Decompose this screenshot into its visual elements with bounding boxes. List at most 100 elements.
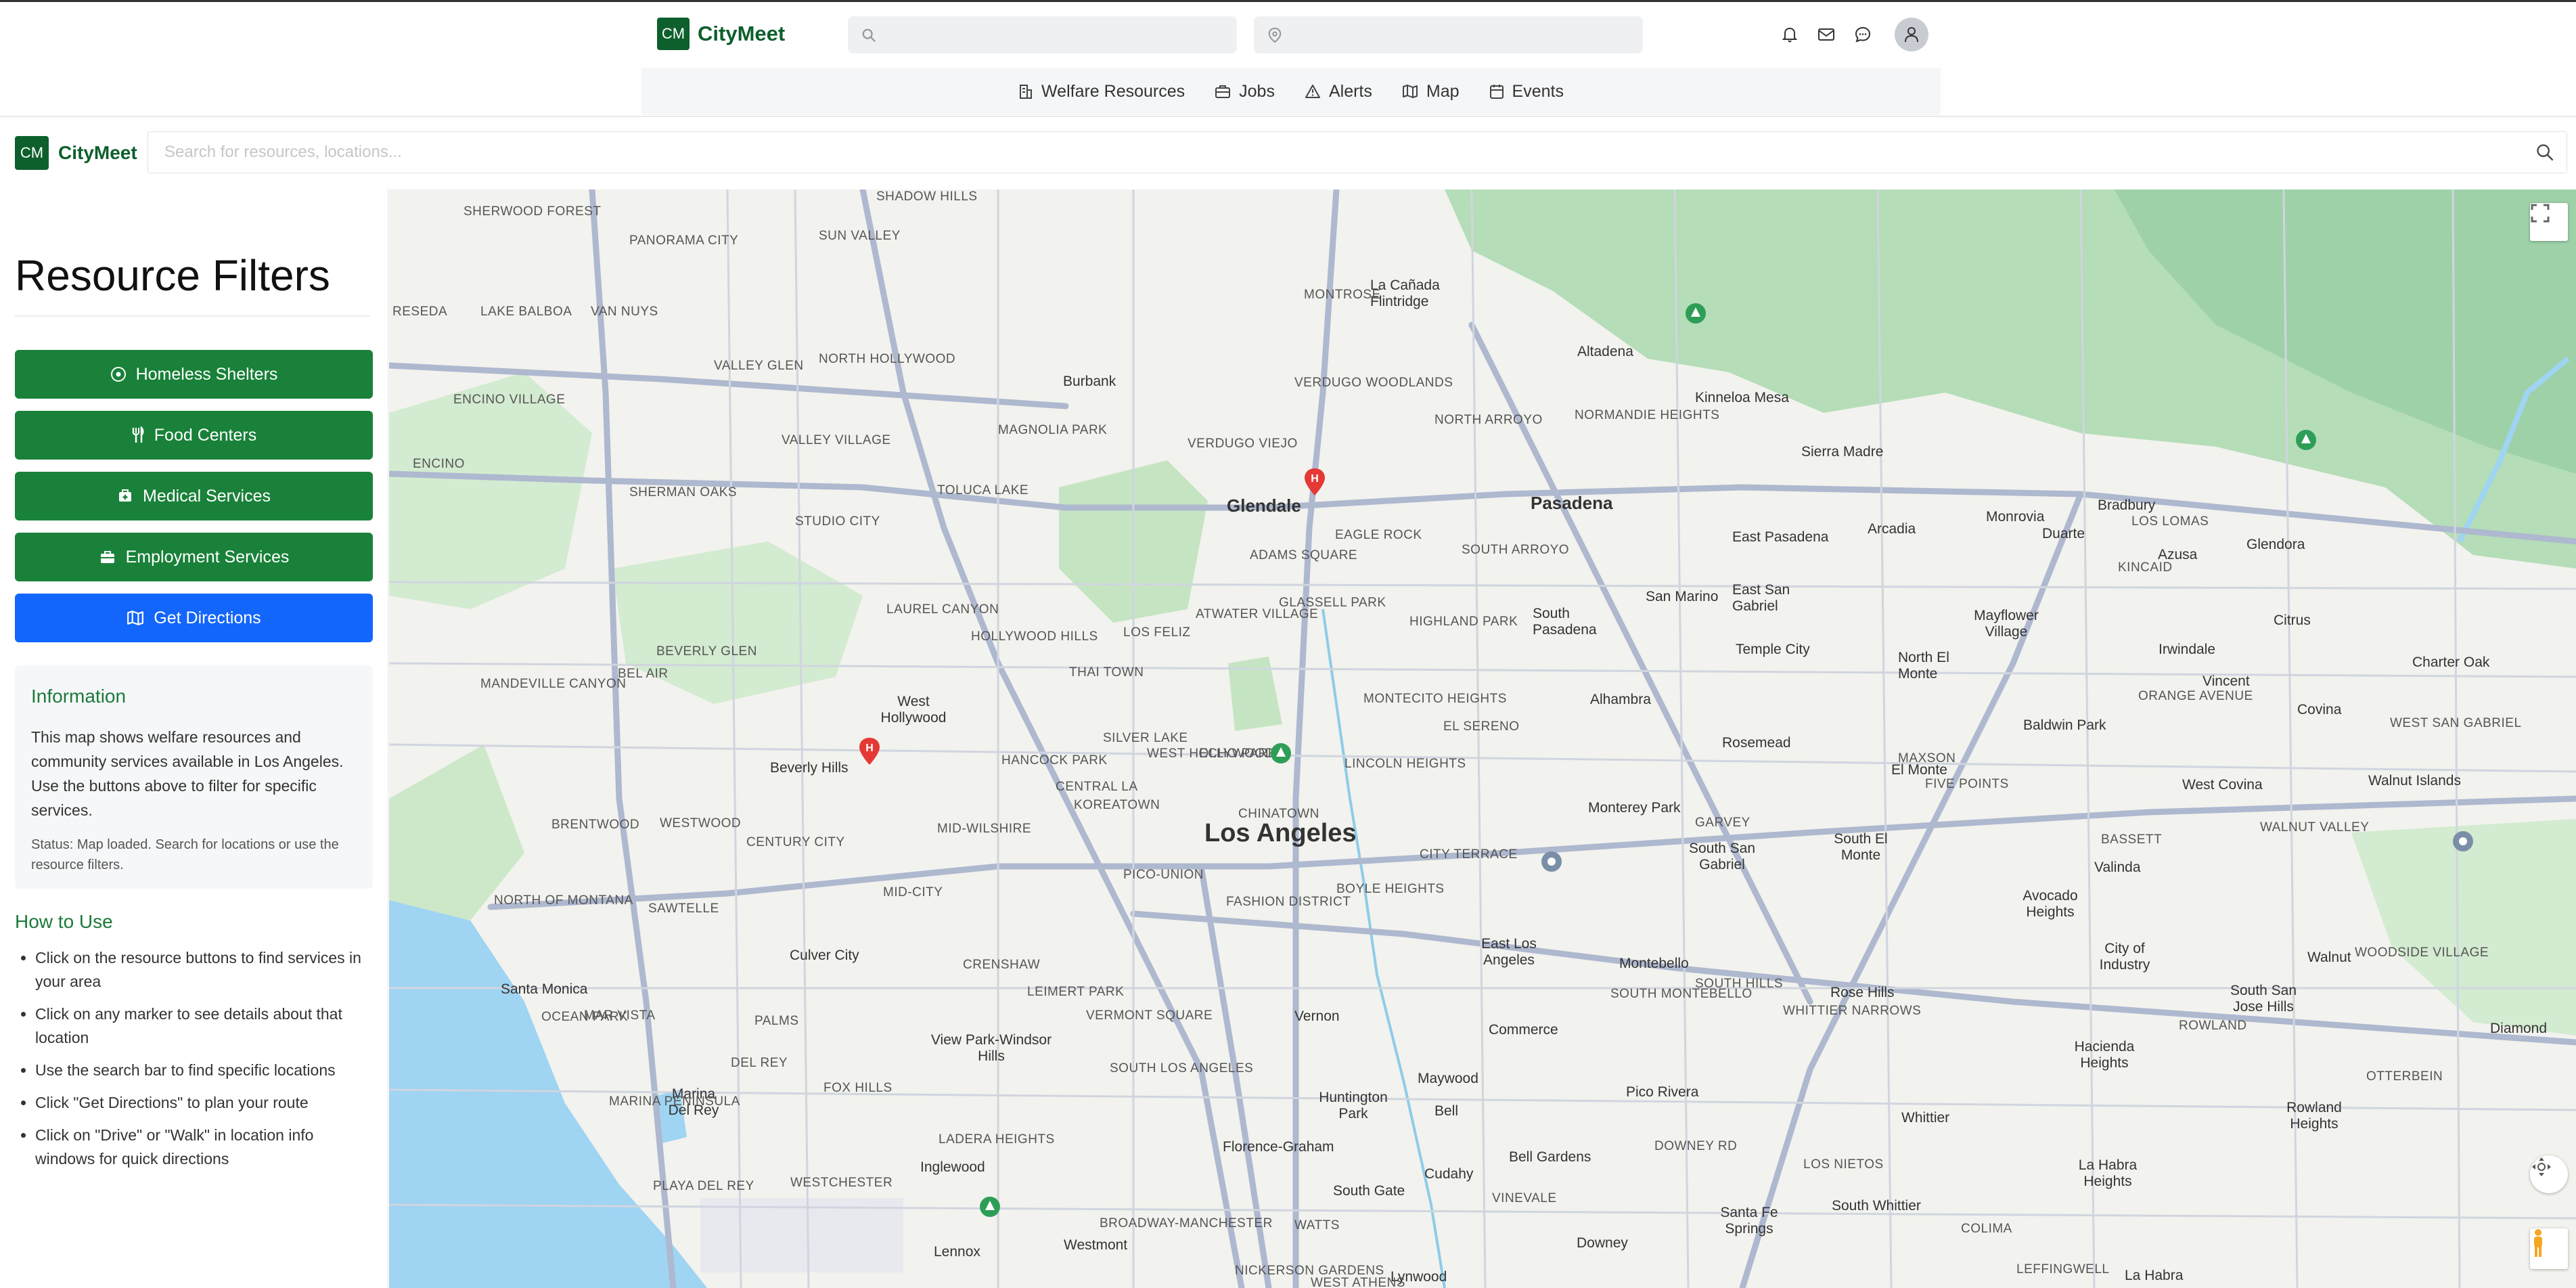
nav-label: Jobs [1239,81,1275,101]
map-label-neighborhood: SOUTH LOS ANGELES [1110,1061,1254,1075]
map-label-city: Burbank [1063,374,1116,389]
map-label-city: Kinneloa Mesa [1695,390,1789,405]
header-location-input[interactable] [1292,24,1617,46]
header-search-input[interactable] [886,24,1211,46]
place-marker[interactable] [2451,829,2475,859]
medical-services-button[interactable]: Medical Services [15,472,373,520]
nav-jobs[interactable]: Jobs [1215,82,1275,102]
get-directions-button[interactable]: Get Directions [15,594,373,642]
nav-map[interactable]: Map [1402,82,1460,102]
list-item: Click on "Drive" or "Walk" in location i… [35,1124,374,1171]
map-label-neighborhood: WEST SAN GABRIEL [2390,716,2522,730]
street-view-pegman[interactable] [2530,1228,2568,1269]
map-label-city: La Habra Heights [2078,1157,2138,1189]
building-icon [1020,85,1033,99]
park-marker[interactable] [1684,301,1708,331]
map-label-neighborhood: THAI TOWN [1069,665,1144,680]
map-label-city: Bradbury [2098,497,2156,513]
park-marker[interactable] [2294,428,2318,458]
hospital-marker[interactable]: H [1303,467,1327,497]
map-label-neighborhood: BOYLE HEIGHTS [1336,882,1445,896]
map-label-city: West Covina [2182,777,2263,793]
park-marker[interactable] [978,1195,1002,1224]
button-label: Medical Services [143,486,271,506]
map-label-neighborhood: CHINATOWN [1238,807,1319,821]
header-divider [0,116,2576,117]
map-label-neighborhood: SOUTH ARROYO [1462,543,1570,557]
map-label-neighborhood: WOODSIDE VILLAGE [2355,946,2489,960]
logo-badge: CM [657,18,690,50]
header-location[interactable] [1254,16,1643,53]
map-label-neighborhood: STUDIO CITY [795,514,880,529]
map-label-neighborhood: BASSETT [2101,832,2163,847]
map-label-city: Valinda [2094,860,2141,875]
map-label-neighborhood: BEVERLY GLEN [656,644,757,659]
map-label-neighborhood: SAWTELLE [648,902,719,916]
main-nav: Welfare Resources Jobs Alerts Map Events [641,68,1941,115]
map-canvas[interactable]: Los Angeles Glendale Pasadena Burbank La… [389,190,2576,1288]
employment-services-button[interactable]: Employment Services [15,533,373,581]
map-label-city: Rosemead [1722,735,1791,751]
header-actions [1780,18,1928,51]
map-label-city: Montebello [1619,956,1689,971]
header-search[interactable] [848,16,1237,53]
nav-events[interactable]: Events [1489,82,1564,102]
map-label-city: Pasadena [1531,493,1613,513]
nav-alerts[interactable]: Alerts [1305,82,1372,102]
map-label-city: Whittier [1901,1110,1950,1126]
camera-control-button[interactable] [2530,1155,2568,1193]
food-centers-button[interactable]: Food Centers [15,411,373,460]
park-marker[interactable] [1269,741,1293,771]
map-label-neighborhood: MONTECITO HEIGHTS [1363,692,1507,706]
map-label-neighborhood: MARINA PENINSULA [609,1094,740,1109]
map-label-city: South San Gabriel [1688,841,1756,872]
map-label-city: Inglewood [920,1159,985,1175]
app-logo[interactable]: CM CityMeet [15,136,137,170]
nav-welfare-resources[interactable]: Welfare Resources [1018,82,1185,102]
map-label-neighborhood: OCEAN PARK [541,1010,629,1024]
utensils-icon [132,426,144,443]
mail-icon[interactable] [1816,24,1836,45]
bell-icon[interactable] [1780,24,1800,45]
map-label-neighborhood: BROADWAY-MANCHESTER [1100,1216,1273,1230]
map-label-neighborhood: CITY TERRACE [1420,847,1518,862]
list-item: Click on the resource buttons to find se… [35,946,374,994]
warning-icon [1305,85,1320,98]
map-label-neighborhood: MANDEVILLE CANYON [480,677,627,691]
homeless-shelters-button[interactable]: Homeless Shelters [15,350,373,399]
map-label-neighborhood: LEFFINGWELL [2016,1262,2110,1276]
map-label-city: Monrovia [1986,509,2045,525]
map-label-city: City of Industry [2099,941,2150,973]
fullscreen-button[interactable] [2530,203,2568,241]
hospital-marker[interactable]: H [857,736,882,766]
map-label-neighborhood: LOS FELIZ [1123,625,1191,640]
map-label-city: Downey [1577,1235,1628,1251]
chat-icon[interactable] [1853,24,1873,45]
map-label-neighborhood: LAKE BALBOA [480,305,572,319]
map-label-city: Bell Gardens [1509,1149,1591,1165]
user-icon [1905,27,1918,43]
map-label-city: Santa Monica [501,981,588,997]
map-search-input[interactable] [163,142,2464,162]
briefcase-icon [1215,85,1231,98]
map-label-city: East Los Angeles [1481,936,1537,968]
map-label-neighborhood: FIVE POINTS [1925,777,2009,791]
home-circle-icon [110,367,126,382]
map-label-neighborhood: SHERMAN OAKS [629,485,738,499]
window-top-border [0,0,2576,2]
map-label-neighborhood: VINEVALE [1492,1191,1557,1205]
map-label-neighborhood: LINCOLN HEIGHTS [1345,757,1466,771]
map-search[interactable] [148,131,2567,173]
search-icon[interactable] [2535,143,2554,162]
map-label-neighborhood: PANORAMA CITY [629,234,739,248]
map-label-neighborhood: ENCINO VILLAGE [453,393,566,407]
calendar-icon [1489,85,1504,99]
place-marker[interactable] [1539,849,1564,879]
map-label-city: Beverly Hills [770,760,849,776]
avatar[interactable] [1895,18,1928,51]
map-label-city: Vernon [1294,1008,1340,1024]
header-logo[interactable]: CM CityMeet [657,18,785,50]
map-label-neighborhood: SHERWOOD FOREST [464,204,602,219]
map-label-neighborhood: NORTH ARROYO [1434,413,1543,427]
location-pin-icon [1268,27,1282,43]
